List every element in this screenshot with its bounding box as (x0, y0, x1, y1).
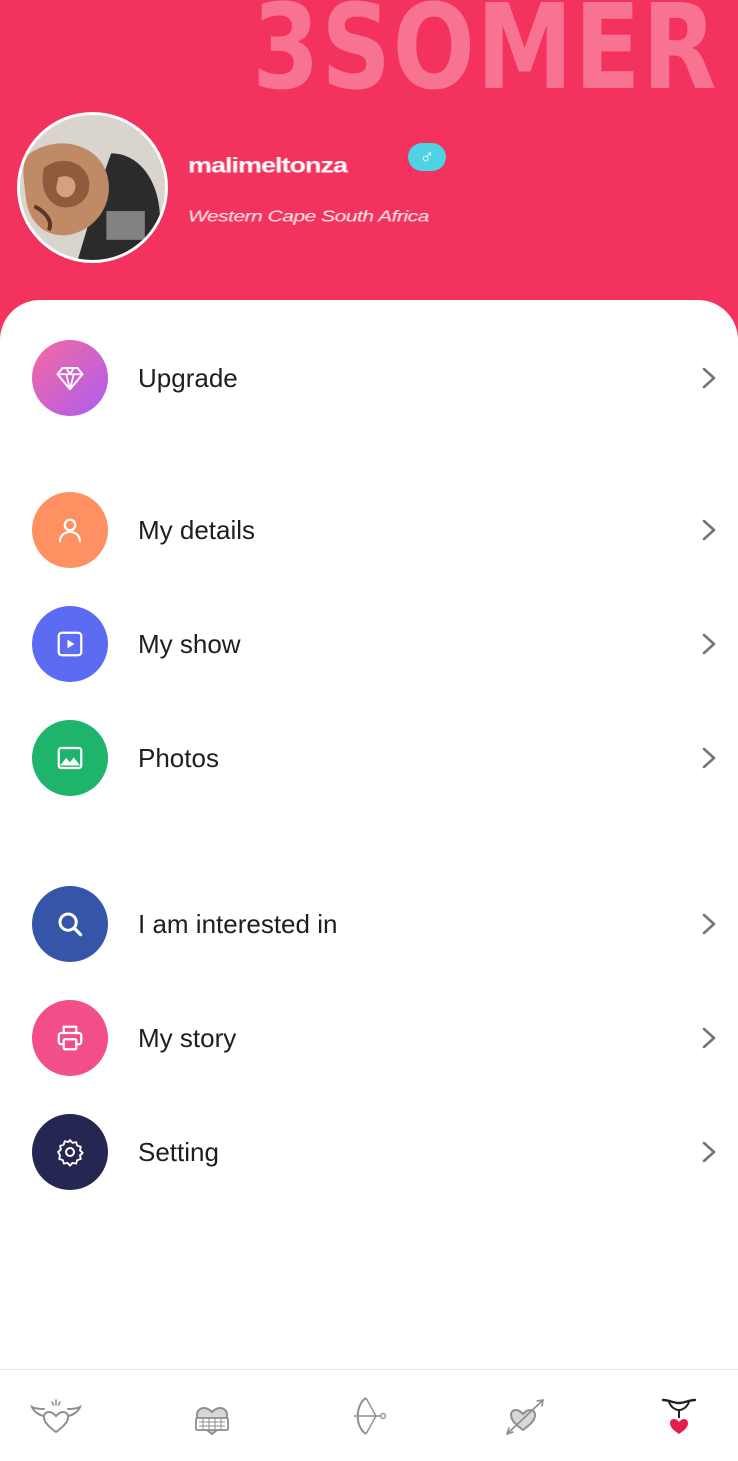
heart-arrow-icon (506, 1399, 544, 1435)
menu-item-my-details[interactable]: My details (0, 480, 738, 580)
menu-item-my-show[interactable]: My show (0, 594, 738, 694)
winged-heart-icon (30, 1399, 82, 1434)
image-icon (57, 746, 83, 770)
nav-tab-matches[interactable] (185, 1394, 239, 1438)
heart-card-icon (195, 1406, 229, 1436)
menu-item-label: I am interested in (138, 908, 338, 939)
menu-item-label: My details (138, 514, 256, 545)
heart-pin-icon (661, 1398, 697, 1434)
menu-item-label: Photos (138, 742, 219, 773)
chevron-right-icon (700, 366, 718, 390)
details-icon-circle (32, 492, 108, 568)
male-symbol-icon: ♂ (419, 145, 435, 168)
menu-item-my-story[interactable]: My story (0, 988, 738, 1088)
chevron-right-icon (700, 746, 718, 770)
story-icon-circle (32, 1000, 108, 1076)
search-icon (58, 912, 83, 937)
nav-tab-cupid[interactable] (342, 1394, 396, 1438)
chevron-right-icon (700, 518, 718, 542)
show-icon-circle (32, 606, 108, 682)
upgrade-icon-circle (32, 340, 108, 416)
chevron-right-icon (700, 1026, 718, 1050)
menu-item-upgrade[interactable]: Upgrade (0, 328, 738, 428)
profile-header: 3SOMER malimeltonza ♂ Western Cape South… (0, 0, 738, 340)
menu-item-photos[interactable]: Photos (0, 708, 738, 808)
menu-item-label: Upgrade (138, 362, 238, 393)
menu-item-label: Setting (138, 1136, 219, 1167)
nav-tab-discover[interactable] (29, 1394, 83, 1438)
person-icon (58, 518, 82, 543)
bottom-nav (0, 1369, 738, 1461)
menu-item-interested-in[interactable]: I am interested in (0, 874, 738, 974)
username: malimeltonza (188, 153, 348, 178)
nav-tab-likes[interactable] (497, 1394, 551, 1438)
location: Western Cape South Africa (188, 208, 429, 226)
photos-icon-circle (32, 720, 108, 796)
interested-icon-circle (32, 886, 108, 962)
avatar-photo (20, 115, 165, 260)
chevron-right-icon (700, 912, 718, 936)
bow-arrow-icon (354, 1397, 387, 1435)
menu-item-label: My show (138, 628, 241, 659)
play-icon (57, 631, 83, 657)
printer-icon (57, 1025, 83, 1051)
avatar[interactable] (17, 112, 168, 263)
chevron-right-icon (700, 632, 718, 656)
setting-icon-circle (32, 1114, 108, 1190)
menu-item-setting[interactable]: Setting (0, 1102, 738, 1202)
chevron-right-icon (700, 1140, 718, 1164)
menu-sheet: Upgrade My details My show Photos I am i… (0, 300, 738, 1370)
brand-watermark: 3SOMER (251, 0, 718, 116)
gender-badge: ♂ (408, 143, 446, 171)
diamond-icon (56, 367, 84, 391)
gear-icon (57, 1139, 84, 1167)
nav-tab-profile[interactable] (652, 1394, 706, 1438)
menu-item-label: My story (138, 1022, 237, 1053)
